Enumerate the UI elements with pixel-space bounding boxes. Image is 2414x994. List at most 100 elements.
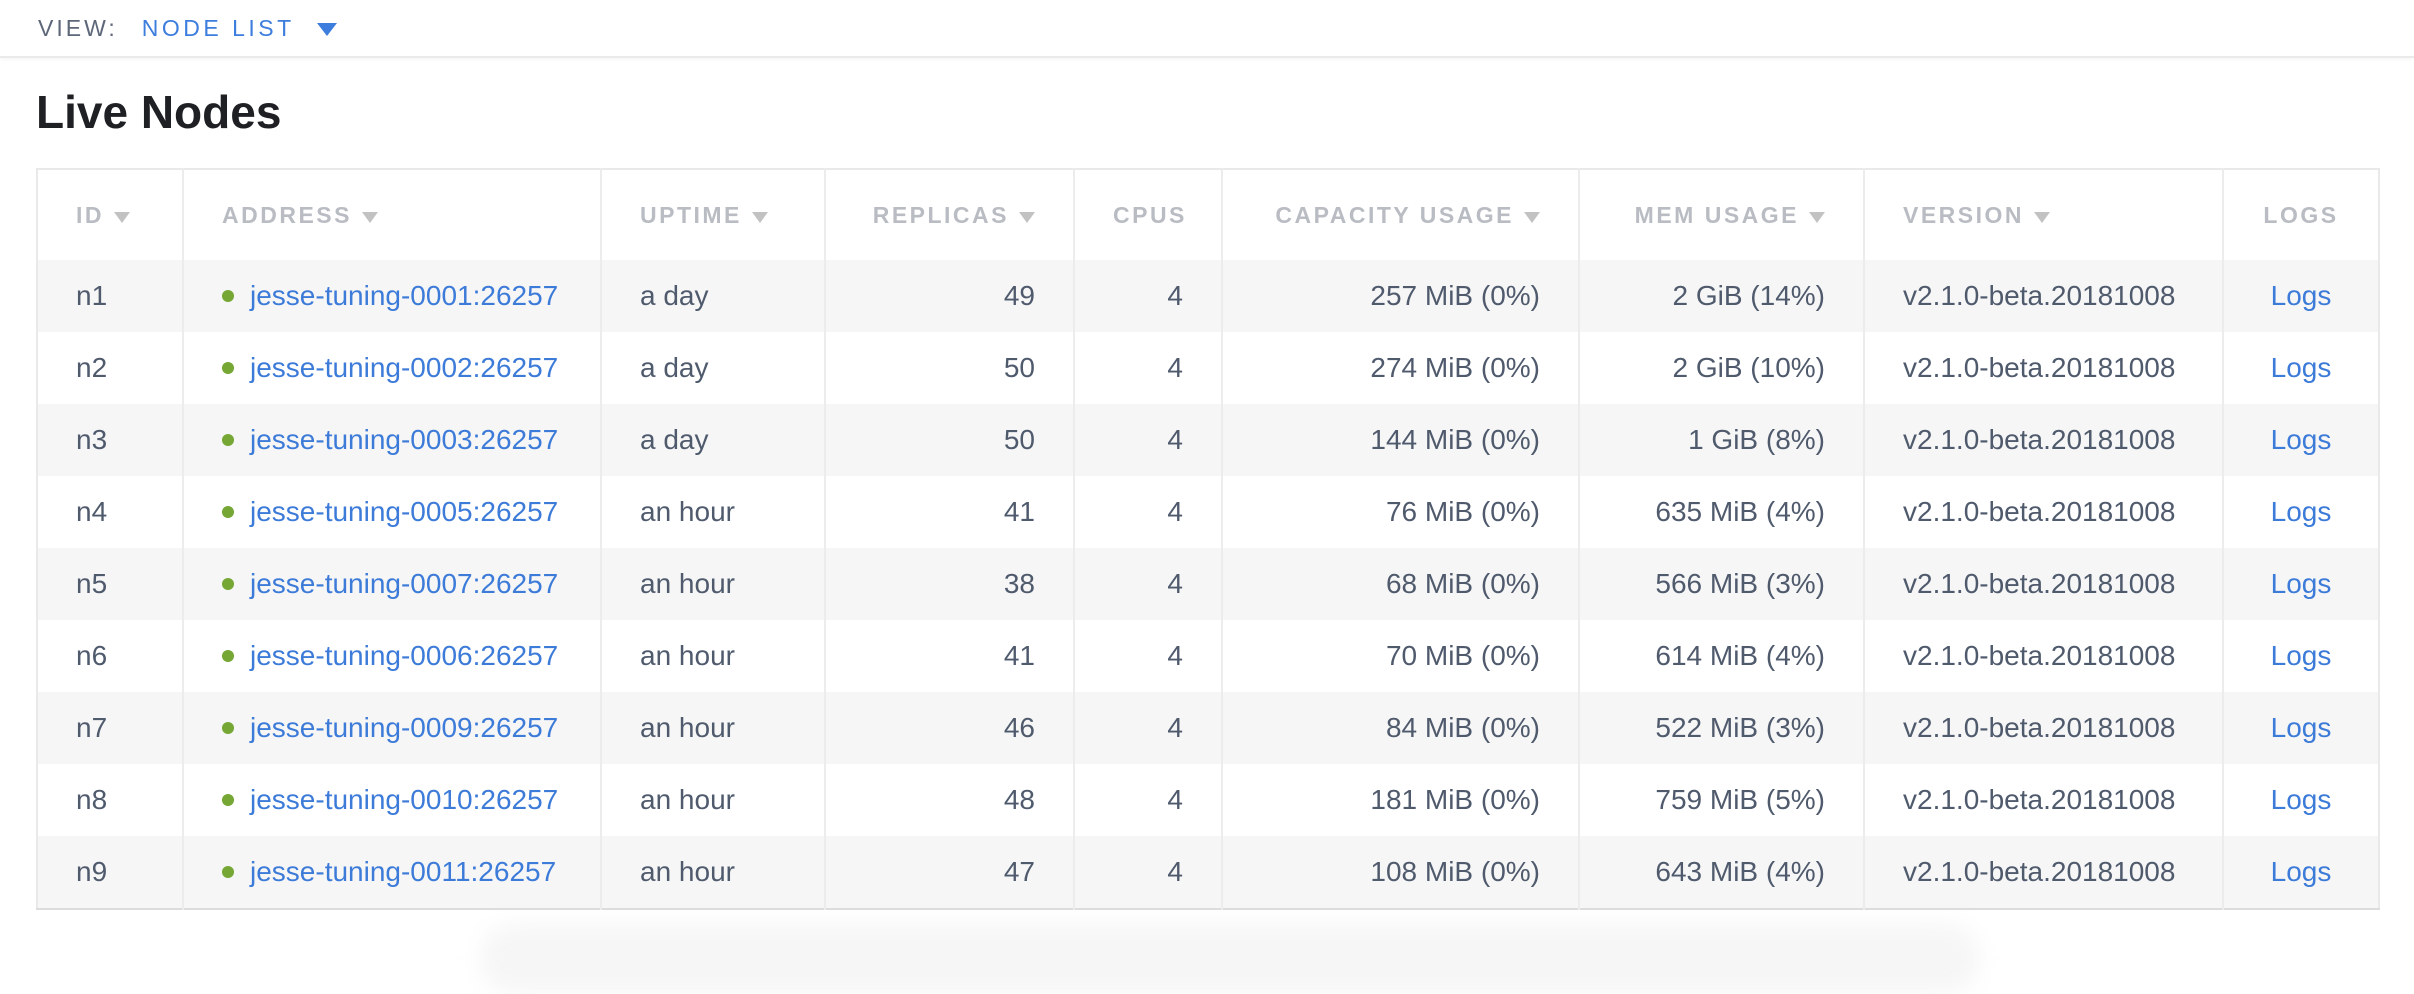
cell-mem: 635 MiB (4%) [1579, 476, 1864, 548]
node-logs-link[interactable]: Logs [2271, 352, 2332, 383]
cell-uptime: a day [601, 404, 825, 476]
node-live-status-icon [222, 794, 234, 806]
node-address-link[interactable]: jesse-tuning-0010:26257 [250, 784, 558, 816]
cell-cpus: 4 [1074, 764, 1222, 836]
node-live-status-icon [222, 434, 234, 446]
node-address-link[interactable]: jesse-tuning-0001:26257 [250, 280, 558, 312]
address-wrap: jesse-tuning-0007:26257 [222, 568, 562, 600]
cell-capacity: 76 MiB (0%) [1222, 476, 1579, 548]
cell-logs: Logs [2223, 332, 2379, 404]
table-row: n5jesse-tuning-0007:26257an hour38468 Mi… [37, 548, 2379, 620]
cell-cpus: 4 [1074, 260, 1222, 332]
node-logs-link[interactable]: Logs [2271, 784, 2332, 815]
column-header-label: ID [76, 202, 104, 228]
cell-cpus: 4 [1074, 692, 1222, 764]
cell-mem: 643 MiB (4%) [1579, 836, 1864, 909]
node-address-link[interactable]: jesse-tuning-0007:26257 [250, 568, 558, 600]
column-header-mem[interactable]: MEM USAGE [1579, 169, 1864, 260]
table-row: n4jesse-tuning-0005:26257an hour41476 Mi… [37, 476, 2379, 548]
column-header-replicas[interactable]: REPLICAS [825, 169, 1074, 260]
table-header-row: ID ADDRESS UPTIMEREPLICASCPUS CAPACITY USAG… [37, 169, 2379, 260]
sort-descending-icon [1809, 212, 1825, 223]
sort-descending-icon [2034, 212, 2050, 223]
cell-mem: 2 GiB (14%) [1579, 260, 1864, 332]
cell-replicas: 49 [825, 260, 1074, 332]
cell-replicas: 50 [825, 404, 1074, 476]
node-logs-link[interactable]: Logs [2271, 856, 2332, 887]
cell-id: n9 [37, 836, 183, 909]
cell-version: v2.1.0-beta.20181008 [1864, 332, 2223, 404]
address-wrap: jesse-tuning-0010:26257 [222, 784, 562, 816]
view-selected-value: NODE LIST [142, 15, 295, 42]
cell-address: jesse-tuning-0009:26257 [183, 692, 601, 764]
cell-capacity: 70 MiB (0%) [1222, 620, 1579, 692]
cell-capacity: 257 MiB (0%) [1222, 260, 1579, 332]
cell-version: v2.1.0-beta.20181008 [1864, 548, 2223, 620]
cell-id: n1 [37, 260, 183, 332]
cell-capacity: 144 MiB (0%) [1222, 404, 1579, 476]
cell-version: v2.1.0-beta.20181008 [1864, 404, 2223, 476]
cell-cpus: 4 [1074, 476, 1222, 548]
view-selector[interactable]: NODE LIST [142, 15, 337, 42]
node-live-status-icon [222, 290, 234, 302]
cell-id: n4 [37, 476, 183, 548]
cell-capacity: 84 MiB (0%) [1222, 692, 1579, 764]
cell-address: jesse-tuning-0005:26257 [183, 476, 601, 548]
cell-mem: 1 GiB (8%) [1579, 404, 1864, 476]
column-header-label: ADDRESS [222, 202, 352, 228]
cell-address: jesse-tuning-0010:26257 [183, 764, 601, 836]
cell-uptime: an hour [601, 620, 825, 692]
cell-cpus: 4 [1074, 404, 1222, 476]
table-header: ID ADDRESS UPTIMEREPLICASCPUS CAPACITY USAG… [37, 169, 2379, 260]
sort-descending-icon [362, 212, 378, 223]
cell-version: v2.1.0-beta.20181008 [1864, 260, 2223, 332]
table-row: n7jesse-tuning-0009:26257an hour46484 Mi… [37, 692, 2379, 764]
cell-address: jesse-tuning-0002:26257 [183, 332, 601, 404]
cell-uptime: an hour [601, 764, 825, 836]
cell-capacity: 181 MiB (0%) [1222, 764, 1579, 836]
cell-address: jesse-tuning-0006:26257 [183, 620, 601, 692]
column-header-id[interactable]: ID [37, 169, 183, 260]
node-logs-link[interactable]: Logs [2271, 712, 2332, 743]
table-row: n6jesse-tuning-0006:26257an hour41470 Mi… [37, 620, 2379, 692]
cell-capacity: 108 MiB (0%) [1222, 836, 1579, 909]
node-live-status-icon [222, 866, 234, 878]
column-header-label: CAPACITY USAGE [1275, 202, 1514, 228]
cell-cpus: 4 [1074, 836, 1222, 909]
node-address-link[interactable]: jesse-tuning-0003:26257 [250, 424, 558, 456]
node-logs-link[interactable]: Logs [2271, 568, 2332, 599]
column-header-capacity[interactable]: CAPACITY USAGE [1222, 169, 1579, 260]
node-address-link[interactable]: jesse-tuning-0005:26257 [250, 496, 558, 528]
column-header-label: VERSION [1903, 202, 2024, 228]
address-wrap: jesse-tuning-0006:26257 [222, 640, 562, 672]
node-address-link[interactable]: jesse-tuning-0002:26257 [250, 352, 558, 384]
node-address-link[interactable]: jesse-tuning-0006:26257 [250, 640, 558, 672]
node-address-link[interactable]: jesse-tuning-0011:26257 [250, 856, 556, 888]
node-logs-link[interactable]: Logs [2271, 280, 2332, 311]
cell-replicas: 50 [825, 332, 1074, 404]
cell-replicas: 41 [825, 620, 1074, 692]
column-header-address[interactable]: ADDRESS [183, 169, 601, 260]
column-header-version[interactable]: VERSION [1864, 169, 2223, 260]
cell-uptime: an hour [601, 476, 825, 548]
cell-version: v2.1.0-beta.20181008 [1864, 764, 2223, 836]
sort-descending-icon [114, 212, 130, 223]
cell-version: v2.1.0-beta.20181008 [1864, 692, 2223, 764]
cell-logs: Logs [2223, 548, 2379, 620]
cell-uptime: a day [601, 260, 825, 332]
node-logs-link[interactable]: Logs [2271, 424, 2332, 455]
cell-id: n2 [37, 332, 183, 404]
cell-logs: Logs [2223, 764, 2379, 836]
node-logs-link[interactable]: Logs [2271, 496, 2332, 527]
column-header-uptime[interactable]: UPTIME [601, 169, 825, 260]
node-address-link[interactable]: jesse-tuning-0009:26257 [250, 712, 558, 744]
sort-descending-icon [752, 212, 768, 223]
cell-id: n5 [37, 548, 183, 620]
cell-address: jesse-tuning-0001:26257 [183, 260, 601, 332]
column-header-cpus: CPUS [1074, 169, 1222, 260]
sort-descending-icon [1524, 212, 1540, 223]
node-logs-link[interactable]: Logs [2271, 640, 2332, 671]
cell-logs: Logs [2223, 260, 2379, 332]
cell-address: jesse-tuning-0011:26257 [183, 836, 601, 909]
cell-capacity: 274 MiB (0%) [1222, 332, 1579, 404]
